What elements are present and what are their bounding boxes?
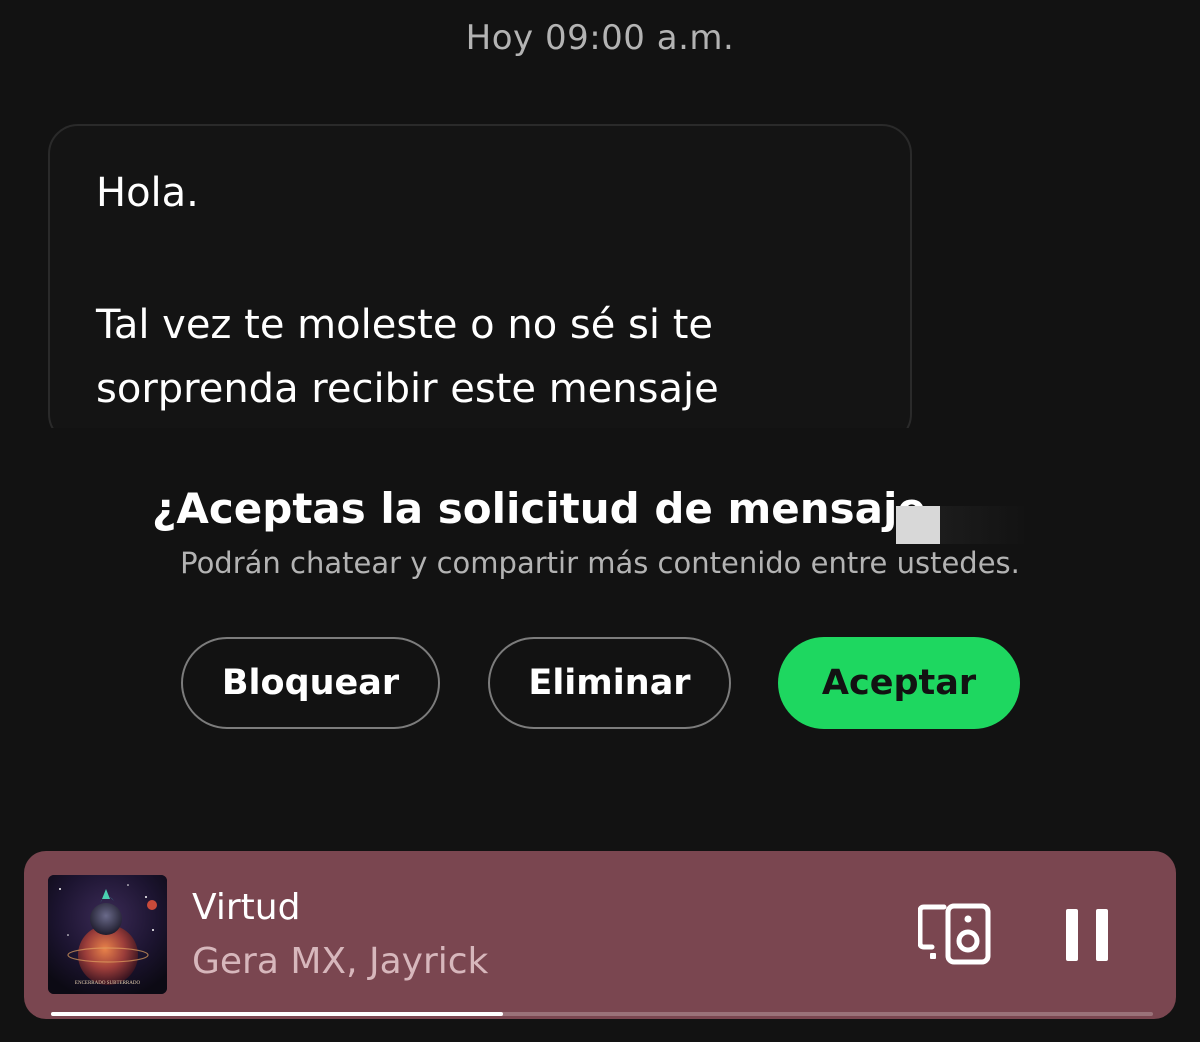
accept-button[interactable]: Aceptar [778,637,1020,729]
block-button[interactable]: Bloquear [181,637,440,729]
now-playing-bar[interactable]: ENCERRADO SUBTERRADO Virtud Gera MX, Jay… [24,851,1176,1019]
playback-progress-fill [51,1012,503,1016]
album-art-image: ENCERRADO SUBTERRADO [48,875,167,994]
screen: Hoy 09:00 a.m. Hola. Tal vez te moleste … [0,0,1200,1042]
redacted-username-fade [940,506,1030,544]
track-title[interactable]: Virtud [192,887,300,928]
request-subtitle: Podrán chatear y compartir más contenido… [180,546,1020,580]
request-title: ¿Aceptas la solicitud de mensaje [152,484,926,533]
message-line: Tal vez te moleste o no sé si te [96,302,714,348]
svg-text:ENCERRADO SUBTERRADO: ENCERRADO SUBTERRADO [75,981,141,986]
message-line: Hola. [96,170,199,216]
delete-button[interactable]: Eliminar [488,637,731,729]
bubble-cutoff [0,428,1200,468]
track-artist[interactable]: Gera MX, Jayrick [192,941,488,982]
speaker-devices-icon[interactable] [918,903,992,965]
pause-icon[interactable] [1064,907,1110,963]
message-timestamp: Hoy 09:00 a.m. [465,18,735,58]
playback-progress-bar[interactable] [51,1012,1153,1016]
album-art: ENCERRADO SUBTERRADO [48,875,167,994]
message-line: sorprenda recibir este mensaje [96,366,719,412]
redacted-username [896,506,940,544]
